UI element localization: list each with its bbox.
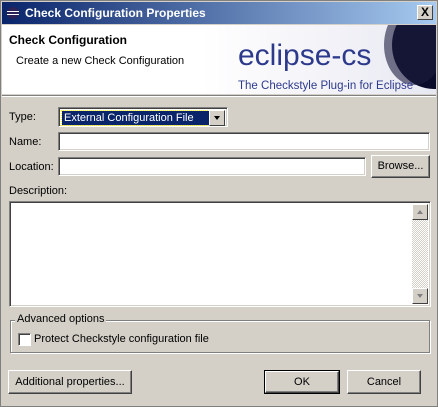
logo-tagline: The Checkstyle Plug-in for Eclipse <box>238 80 414 92</box>
header-banner: Check Configuration Create a new Check C… <box>2 25 436 94</box>
name-label: Name: <box>9 136 42 148</box>
advanced-options-title: Advanced options <box>15 313 107 325</box>
location-field[interactable] <box>58 157 366 176</box>
arrow-down-icon[interactable] <box>412 288 428 304</box>
title-bar[interactable]: Check Configuration Properties X <box>2 2 436 24</box>
type-combo[interactable]: External Configuration File <box>58 107 228 127</box>
description-textarea[interactable] <box>9 201 431 307</box>
logo-text: eclipse-cs <box>238 39 372 72</box>
description-scrollbar[interactable] <box>412 204 428 304</box>
protect-config-label[interactable]: Protect Checkstyle configuration file <box>34 333 209 345</box>
chevron-down-icon[interactable] <box>209 110 225 126</box>
protect-config-checkbox[interactable] <box>18 333 31 346</box>
description-label: Description: <box>9 185 68 197</box>
name-field[interactable] <box>58 132 430 151</box>
type-combo-value[interactable]: External Configuration File <box>61 110 210 126</box>
browse-button[interactable]: Browse... <box>371 155 430 178</box>
type-label: Type: <box>9 111 36 123</box>
dialog-window: Check Configuration Properties X Check C… <box>0 0 438 407</box>
eclipse-icon <box>7 7 19 19</box>
close-button[interactable]: X <box>417 5 433 20</box>
ok-button[interactable]: OK <box>264 370 340 394</box>
cancel-button[interactable]: Cancel <box>347 370 421 394</box>
page-title: Check Configuration <box>9 33 128 47</box>
close-icon: X <box>420 5 429 19</box>
page-subtitle: Create a new Check Configuration <box>16 55 185 67</box>
window-title: Check Configuration Properties <box>25 6 206 20</box>
arrow-up-icon[interactable] <box>412 204 428 220</box>
location-label: Location: <box>9 161 54 173</box>
additional-properties-button[interactable]: Additional properties... <box>8 370 132 394</box>
banner-divider-highlight <box>2 96 436 97</box>
